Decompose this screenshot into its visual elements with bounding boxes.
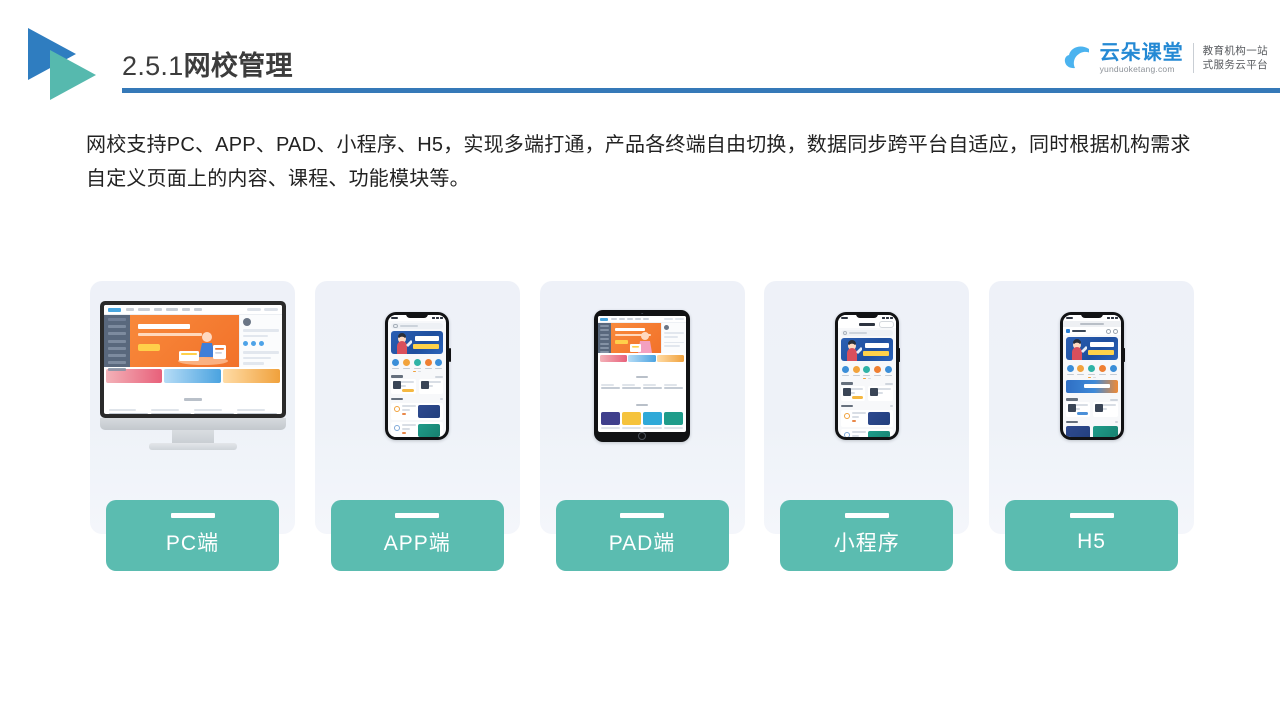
- brand-logo: 云朵课堂 yunduoketang.com 教育机构一站 式服务云平台: [1064, 36, 1268, 80]
- device-label-app[interactable]: APP端: [330, 500, 504, 571]
- page-title: 2.5.1网校管理: [122, 44, 293, 83]
- device-label-text: APP端: [383, 531, 451, 555]
- cloud-icon: [1064, 43, 1098, 73]
- label-dash: [620, 513, 664, 518]
- label-dash: [170, 513, 215, 518]
- device-label-text: PC端: [165, 531, 220, 555]
- label-dash: [844, 513, 889, 518]
- logo-triangle-teal: [50, 50, 96, 100]
- device-card-pad[interactable]: PAD端: [539, 281, 745, 571]
- smartphone-browser-icon: [989, 281, 1194, 471]
- title-underline-rule: [122, 88, 1280, 93]
- device-card-h5[interactable]: H5: [989, 281, 1194, 571]
- device-card-row: PC端 APP端 PAD端 小程序 H5: [90, 281, 1194, 571]
- brand-wordmark: 云朵课堂 yunduoketang.com: [1100, 42, 1184, 75]
- page-header: 2.5.1网校管理 云朵课堂 yunduoketang.com 教育机构一站 式…: [0, 0, 1280, 110]
- device-label-text: H5: [1077, 529, 1106, 553]
- brand-name-cn: 云朵课堂: [1099, 41, 1184, 64]
- page-title-number: 2.5.1: [122, 51, 184, 81]
- desktop-monitor-icon: [90, 281, 295, 471]
- double-triangle-play-logo-icon: [28, 28, 106, 100]
- brand-divider: [1192, 43, 1194, 73]
- device-label-miniprogram[interactable]: 小程序: [780, 500, 954, 571]
- device-card-pc[interactable]: PC端: [90, 281, 295, 571]
- device-card-app[interactable]: APP端: [314, 281, 520, 571]
- device-label-pad[interactable]: PAD端: [555, 500, 729, 571]
- device-label-h5[interactable]: H5: [1005, 500, 1178, 571]
- device-label-pc[interactable]: PC端: [106, 500, 279, 571]
- brand-domain: yunduoketang.com: [1099, 63, 1175, 74]
- body-paragraph: 网校支持PC、APP、PAD、小程序、H5，实现多端打通，产品各终端自由切换，数…: [86, 134, 1191, 190]
- device-card-miniprogram[interactable]: 小程序: [764, 281, 970, 571]
- page-title-name: 网校管理: [183, 51, 293, 81]
- smartphone-icon: [764, 281, 969, 471]
- brand-tagline-line1: 教育机构一站: [1202, 45, 1268, 57]
- device-label-text: PAD端: [608, 531, 676, 555]
- device-label-text: 小程序: [833, 531, 900, 555]
- tablet-icon: [540, 281, 745, 471]
- brand-tagline-line2: 式服务云平台: [1202, 59, 1268, 71]
- brand-tagline: 教育机构一站 式服务云平台: [1203, 44, 1268, 72]
- label-dash: [1069, 513, 1114, 518]
- label-dash: [395, 513, 440, 518]
- smartphone-icon: [315, 281, 520, 471]
